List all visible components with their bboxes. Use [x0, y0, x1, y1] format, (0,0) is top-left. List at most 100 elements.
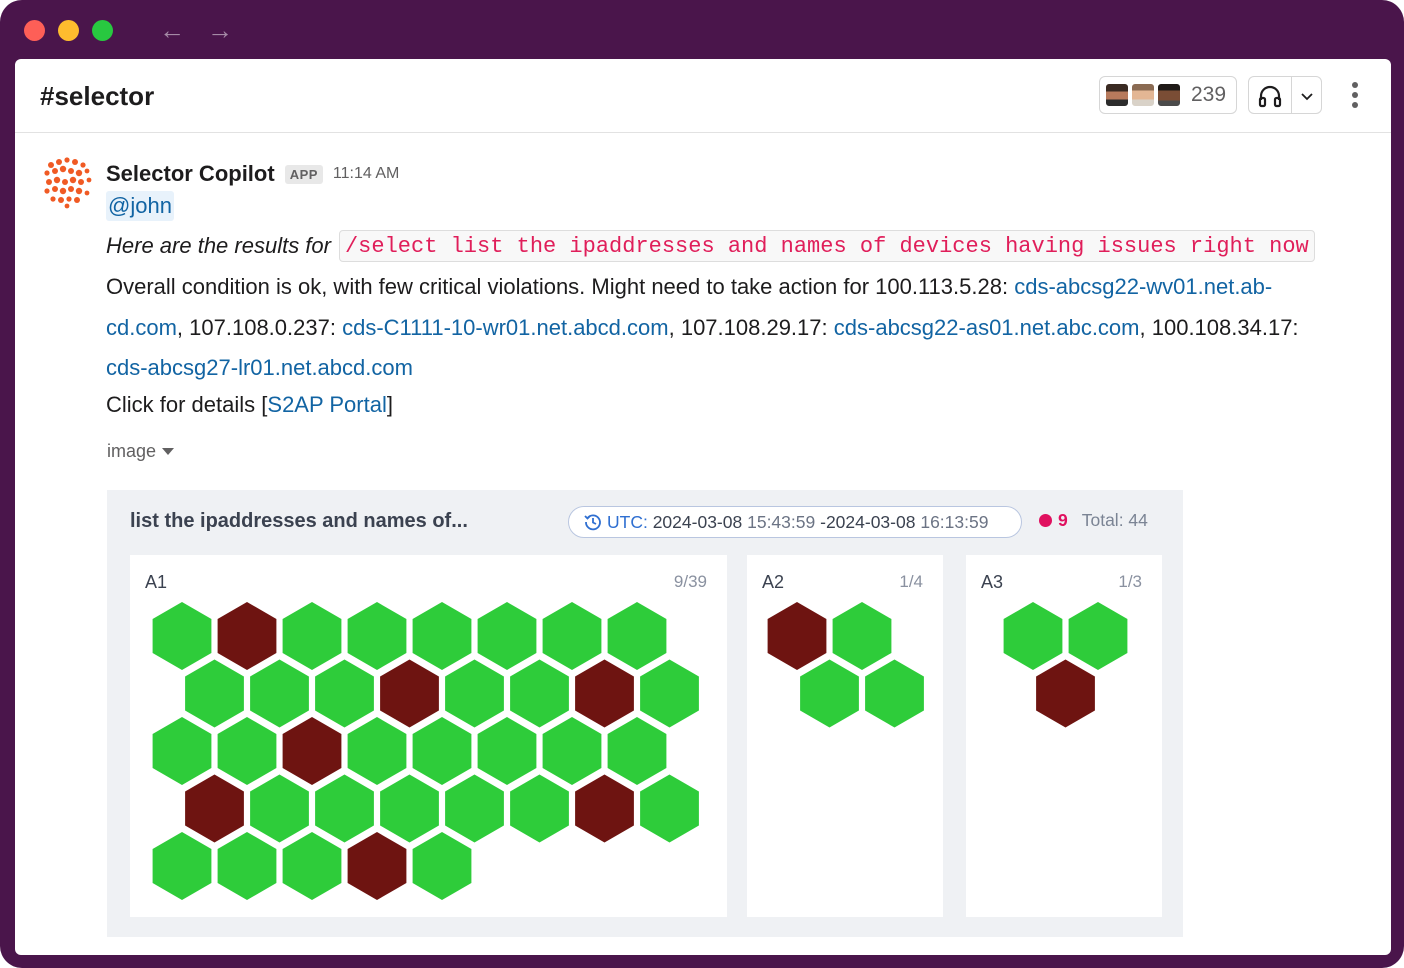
caret-down-icon: [162, 448, 175, 455]
hex-cell-ok[interactable]: [412, 832, 472, 900]
hex-cell-ok[interactable]: [477, 717, 537, 785]
hex-cell-ok[interactable]: [640, 659, 699, 728]
hex-cell-ok[interactable]: [607, 602, 667, 670]
hex-cell-ok[interactable]: [250, 774, 309, 843]
hex-cell-critical[interactable]: [185, 774, 244, 843]
hex-cell-critical[interactable]: [217, 602, 277, 670]
panel-count: 1/3: [1118, 572, 1142, 591]
device-ip: 107.108.29.17:: [680, 314, 828, 340]
device-link[interactable]: cds-abcsg27-lr01.net.abcd.com: [106, 355, 413, 380]
user-mention[interactable]: @john: [106, 191, 174, 221]
forward-arrow-icon[interactable]: →: [206, 14, 234, 46]
hex-cell-critical[interactable]: [575, 774, 634, 843]
critical-dot-icon: [1039, 514, 1052, 527]
start-time: 15:43:59: [747, 511, 816, 532]
avatar: [1105, 83, 1129, 107]
minimize-window-button[interactable]: [58, 20, 79, 41]
hex-cell-ok[interactable]: [217, 717, 277, 785]
members-button[interactable]: 239: [1099, 76, 1237, 114]
hex-cell-ok[interactable]: [185, 659, 244, 728]
avatar: [1157, 83, 1181, 107]
hex-cell-ok[interactable]: [445, 659, 504, 728]
hex-cell-critical[interactable]: [1036, 659, 1095, 728]
hex-cell-ok[interactable]: [510, 659, 569, 728]
selector-logo-icon: [44, 157, 92, 209]
device-link[interactable]: cds-abcsg22-as01.net.abc.com: [834, 315, 1140, 340]
history-icon: [584, 514, 601, 531]
utc-label: UTC:: [607, 511, 648, 532]
dashboard-image[interactable]: list the ipaddresses and names of... UTC…: [107, 490, 1183, 937]
hex-cell-ok[interactable]: [250, 659, 309, 728]
app-badge: APP: [284, 164, 323, 184]
more-options-icon[interactable]: [1343, 80, 1367, 112]
hex-cell-ok[interactable]: [315, 659, 374, 728]
hex-cell-ok[interactable]: [640, 774, 699, 843]
results-line: Here are the results for /select list th…: [106, 229, 1315, 263]
hex-cell-ok[interactable]: [607, 717, 667, 785]
hex-cell-ok[interactable]: [1003, 602, 1063, 670]
hex-cell-ok[interactable]: [510, 774, 569, 843]
critical-count: 9: [1058, 510, 1068, 530]
hex-cell-ok[interactable]: [217, 832, 277, 900]
details-line: Click for details [S2AP Portal]: [106, 387, 393, 423]
panel-count: 1/4: [899, 572, 923, 591]
message-timestamp[interactable]: 11:14 AM: [333, 165, 399, 183]
hex-grid: [767, 602, 924, 728]
panel-a1[interactable]: A1 9/39: [130, 555, 727, 917]
panel-label: A2: [762, 572, 785, 592]
sender-name[interactable]: Selector Copilot: [106, 161, 275, 187]
hex-cell-ok[interactable]: [477, 602, 537, 670]
hex-cell-ok[interactable]: [380, 774, 439, 843]
end-time: 16:13:59: [920, 511, 989, 532]
hex-cell-critical[interactable]: [575, 659, 634, 728]
hex-cell-ok[interactable]: [1068, 602, 1128, 670]
hex-cell-critical[interactable]: [767, 602, 827, 670]
channel-window: #selector 239 Selector Copilot APP 11:14…: [15, 59, 1391, 955]
panel-a2[interactable]: A2 1/4: [747, 555, 943, 917]
message-body: Overall condition is ok, with few critic…: [106, 274, 1299, 380]
member-count: 239: [1191, 83, 1227, 106]
panel-count: 9/39: [673, 572, 707, 591]
close-window-button[interactable]: [24, 20, 45, 41]
hex-cell-ok[interactable]: [315, 774, 374, 843]
hex-cell-critical[interactable]: [282, 717, 342, 785]
hex-cell-ok[interactable]: [152, 832, 212, 900]
maximize-window-button[interactable]: [92, 20, 113, 41]
hex-grid: [1003, 602, 1128, 728]
hex-cell-ok[interactable]: [832, 602, 892, 670]
command-code: /select list the ipaddresses and names o…: [338, 230, 1315, 262]
hex-cell-ok[interactable]: [347, 717, 407, 785]
huddle-button[interactable]: [1248, 76, 1322, 114]
hex-cell-ok[interactable]: [865, 659, 924, 728]
time-range-pill[interactable]: UTC: 2024-03-08 15:43:59 -2024-03-08 16:…: [568, 506, 1022, 538]
chevron-down-icon[interactable]: [1299, 88, 1315, 104]
hex-cell-critical[interactable]: [380, 659, 439, 728]
hex-cell-ok[interactable]: [542, 602, 602, 670]
hex-cell-ok[interactable]: [412, 602, 472, 670]
hex-cell-ok[interactable]: [800, 659, 859, 728]
image-attachment-toggle[interactable]: image: [107, 441, 175, 462]
hex-cell-ok[interactable]: [282, 602, 342, 670]
avatar: [1131, 83, 1155, 107]
channel-header: #selector 239: [15, 59, 1391, 133]
total-count: Total: 44: [1081, 510, 1148, 530]
panel-label: A3: [981, 572, 1004, 592]
image-toggle-label: image: [107, 441, 157, 461]
channel-title[interactable]: #selector: [40, 81, 154, 112]
hex-cell-ok[interactable]: [282, 832, 342, 900]
hex-cell-ok[interactable]: [152, 717, 212, 785]
s2ap-portal-link[interactable]: S2AP Portal: [267, 392, 386, 417]
panel-a3[interactable]: A3 1/3: [966, 555, 1162, 917]
hex-cell-ok[interactable]: [445, 774, 504, 843]
details-prefix: Click for details [: [106, 392, 268, 417]
dashboard-title: list the ipaddresses and names of...: [130, 510, 468, 532]
summary-text: Overall condition is ok, with few critic…: [106, 274, 1009, 299]
hex-cell-ok[interactable]: [542, 717, 602, 785]
hex-cell-ok[interactable]: [412, 717, 472, 785]
hex-cell-ok[interactable]: [152, 602, 212, 670]
hex-cell-critical[interactable]: [347, 832, 407, 900]
hex-cell-ok[interactable]: [347, 602, 407, 670]
app-window-frame: ← → #selector 239 Selector Copilot APP 1…: [0, 0, 1404, 968]
back-arrow-icon[interactable]: ←: [158, 14, 186, 46]
device-link[interactable]: cds-C1111-10-wr01.net.abcd.com: [342, 315, 669, 340]
